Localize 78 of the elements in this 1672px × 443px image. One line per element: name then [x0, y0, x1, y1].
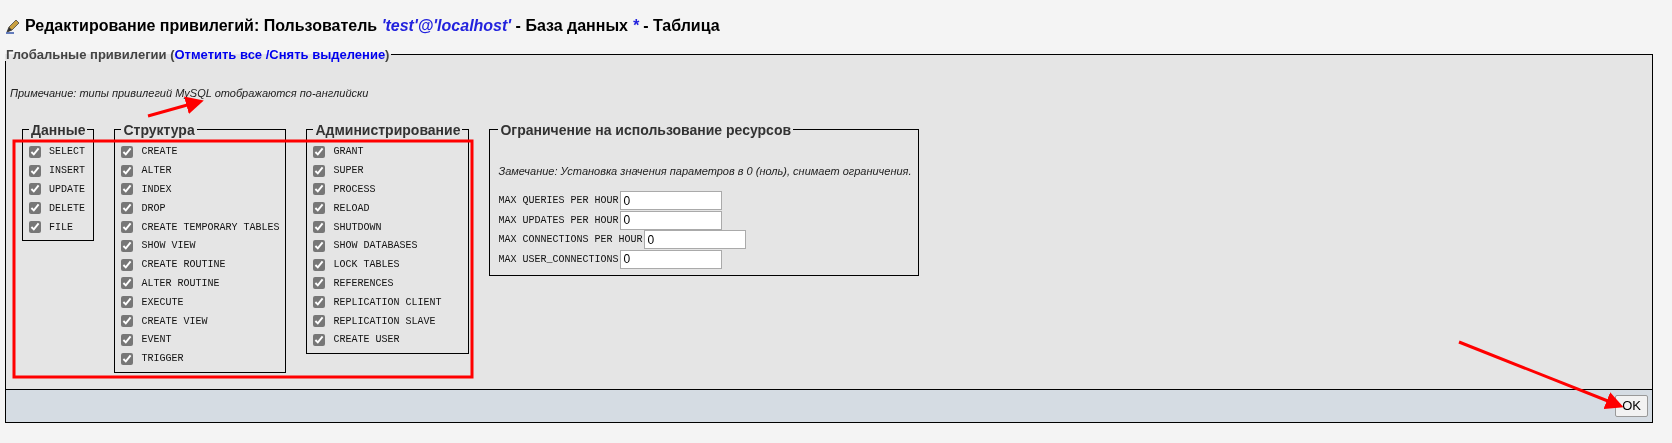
checkbox-label: CREATE TEMPORARY TABLES	[141, 220, 280, 235]
checkbox[interactable]	[121, 352, 134, 365]
checkbox[interactable]	[313, 164, 326, 177]
checkbox-label: SHOW DATABASES	[333, 239, 418, 254]
checkbox[interactable]	[121, 277, 134, 290]
page-title: Редактирование привилегий: Пользователь 'test'@'localhost' - База данных * - Таблица	[25, 16, 720, 36]
checkbox-label: REPLICATION CLIENT	[333, 295, 442, 310]
checkbox[interactable]	[313, 277, 326, 290]
field-label: MAX UPDATES PER HOUR	[498, 213, 619, 228]
checkbox-label: REPLICATION SLAVE	[333, 314, 436, 329]
checkbox-label: INSERT	[49, 164, 85, 179]
checkbox[interactable]	[121, 221, 134, 234]
check-all-link[interactable]: Отметить все	[174, 47, 263, 62]
checkbox-label: SUPER	[333, 164, 364, 179]
field-label: MAX QUERIES PER HOUR	[498, 194, 619, 209]
uncheck-all-link[interactable]: Снять выделение	[269, 47, 386, 62]
checkbox-label: ALTER ROUTINE	[141, 276, 220, 291]
legend-label: )	[385, 47, 390, 62]
pencil-icon	[5, 18, 21, 34]
checkbox-label: CREATE	[141, 145, 178, 160]
checkbox-label: REFERENCES	[333, 276, 394, 291]
checkbox[interactable]	[313, 333, 326, 346]
checkbox-label: SHUTDOWN	[333, 220, 382, 235]
group-title: Администрирование	[314, 122, 462, 137]
checkbox-label: INDEX	[141, 183, 172, 197]
checkbox-label: EVENT	[141, 333, 172, 348]
separator: /	[264, 47, 270, 62]
checkbox-label: CREATE VIEW	[141, 314, 208, 329]
field-label: MAX USER_CONNECTIONS	[498, 252, 619, 267]
checkbox-label: DELETE	[49, 201, 85, 216]
checkbox-label: LOCK TABLES	[333, 258, 400, 273]
checkbox[interactable]	[29, 164, 41, 177]
checkbox[interactable]	[29, 145, 41, 158]
checkbox[interactable]	[29, 183, 41, 196]
checkbox[interactable]	[313, 183, 326, 196]
checkbox-label: UPDATE	[49, 183, 85, 197]
checkbox-label: DROP	[141, 201, 166, 216]
group-title: Структура	[122, 122, 196, 137]
group-title: Данные	[30, 122, 87, 137]
checkbox-label: RELOAD	[333, 201, 370, 216]
limit-field[interactable]: 0	[620, 249, 723, 269]
checkbox[interactable]	[313, 202, 326, 215]
ok-button[interactable]: OK	[1615, 395, 1648, 418]
checkbox-label: PROCESS	[333, 183, 376, 197]
checkbox[interactable]	[121, 164, 134, 177]
checkbox[interactable]	[121, 333, 134, 346]
checkbox[interactable]	[121, 145, 134, 158]
checkbox-label: CREATE ROUTINE	[141, 258, 226, 273]
checkbox[interactable]	[313, 296, 326, 309]
checkbox[interactable]	[121, 239, 134, 252]
checkbox[interactable]	[29, 202, 41, 215]
limit-field[interactable]: 0	[620, 210, 723, 230]
checkbox-label: SHOW VIEW	[141, 239, 196, 254]
checkbox[interactable]	[121, 315, 134, 328]
limit-field[interactable]: 0	[620, 191, 723, 211]
note-text: Примечание: типы привилегий MySQL отображаются по-английски	[10, 86, 370, 101]
legend-label: Глобальные привилегии (	[6, 47, 175, 62]
checkbox[interactable]	[121, 258, 134, 271]
checkbox[interactable]	[121, 202, 134, 215]
checkbox-label: FILE	[49, 220, 73, 235]
checkbox[interactable]	[313, 145, 326, 158]
checkbox[interactable]	[29, 221, 41, 234]
checkbox[interactable]	[313, 239, 326, 252]
checkbox-label: CREATE USER	[333, 333, 400, 348]
limit-field[interactable]: 0	[644, 230, 747, 250]
checkbox[interactable]	[313, 315, 326, 328]
checkbox[interactable]	[121, 296, 134, 309]
note-text: Замечание: Установка значения параметров в 0 (ноль), снимает ограничения.	[498, 163, 912, 179]
field-label: MAX CONNECTIONS PER HOUR	[498, 233, 643, 248]
checkbox-label: TRIGGER	[141, 352, 184, 367]
checkbox[interactable]	[313, 258, 326, 271]
checkbox[interactable]	[313, 221, 326, 234]
checkbox[interactable]	[121, 183, 134, 196]
checkbox-label: SELECT	[49, 145, 85, 160]
checkbox-label: EXECUTE	[141, 295, 184, 310]
checkbox-label: ALTER	[141, 164, 172, 179]
group-title: Ограничение на использование ресурсов	[499, 122, 793, 137]
checkbox-label: GRANT	[333, 145, 364, 160]
